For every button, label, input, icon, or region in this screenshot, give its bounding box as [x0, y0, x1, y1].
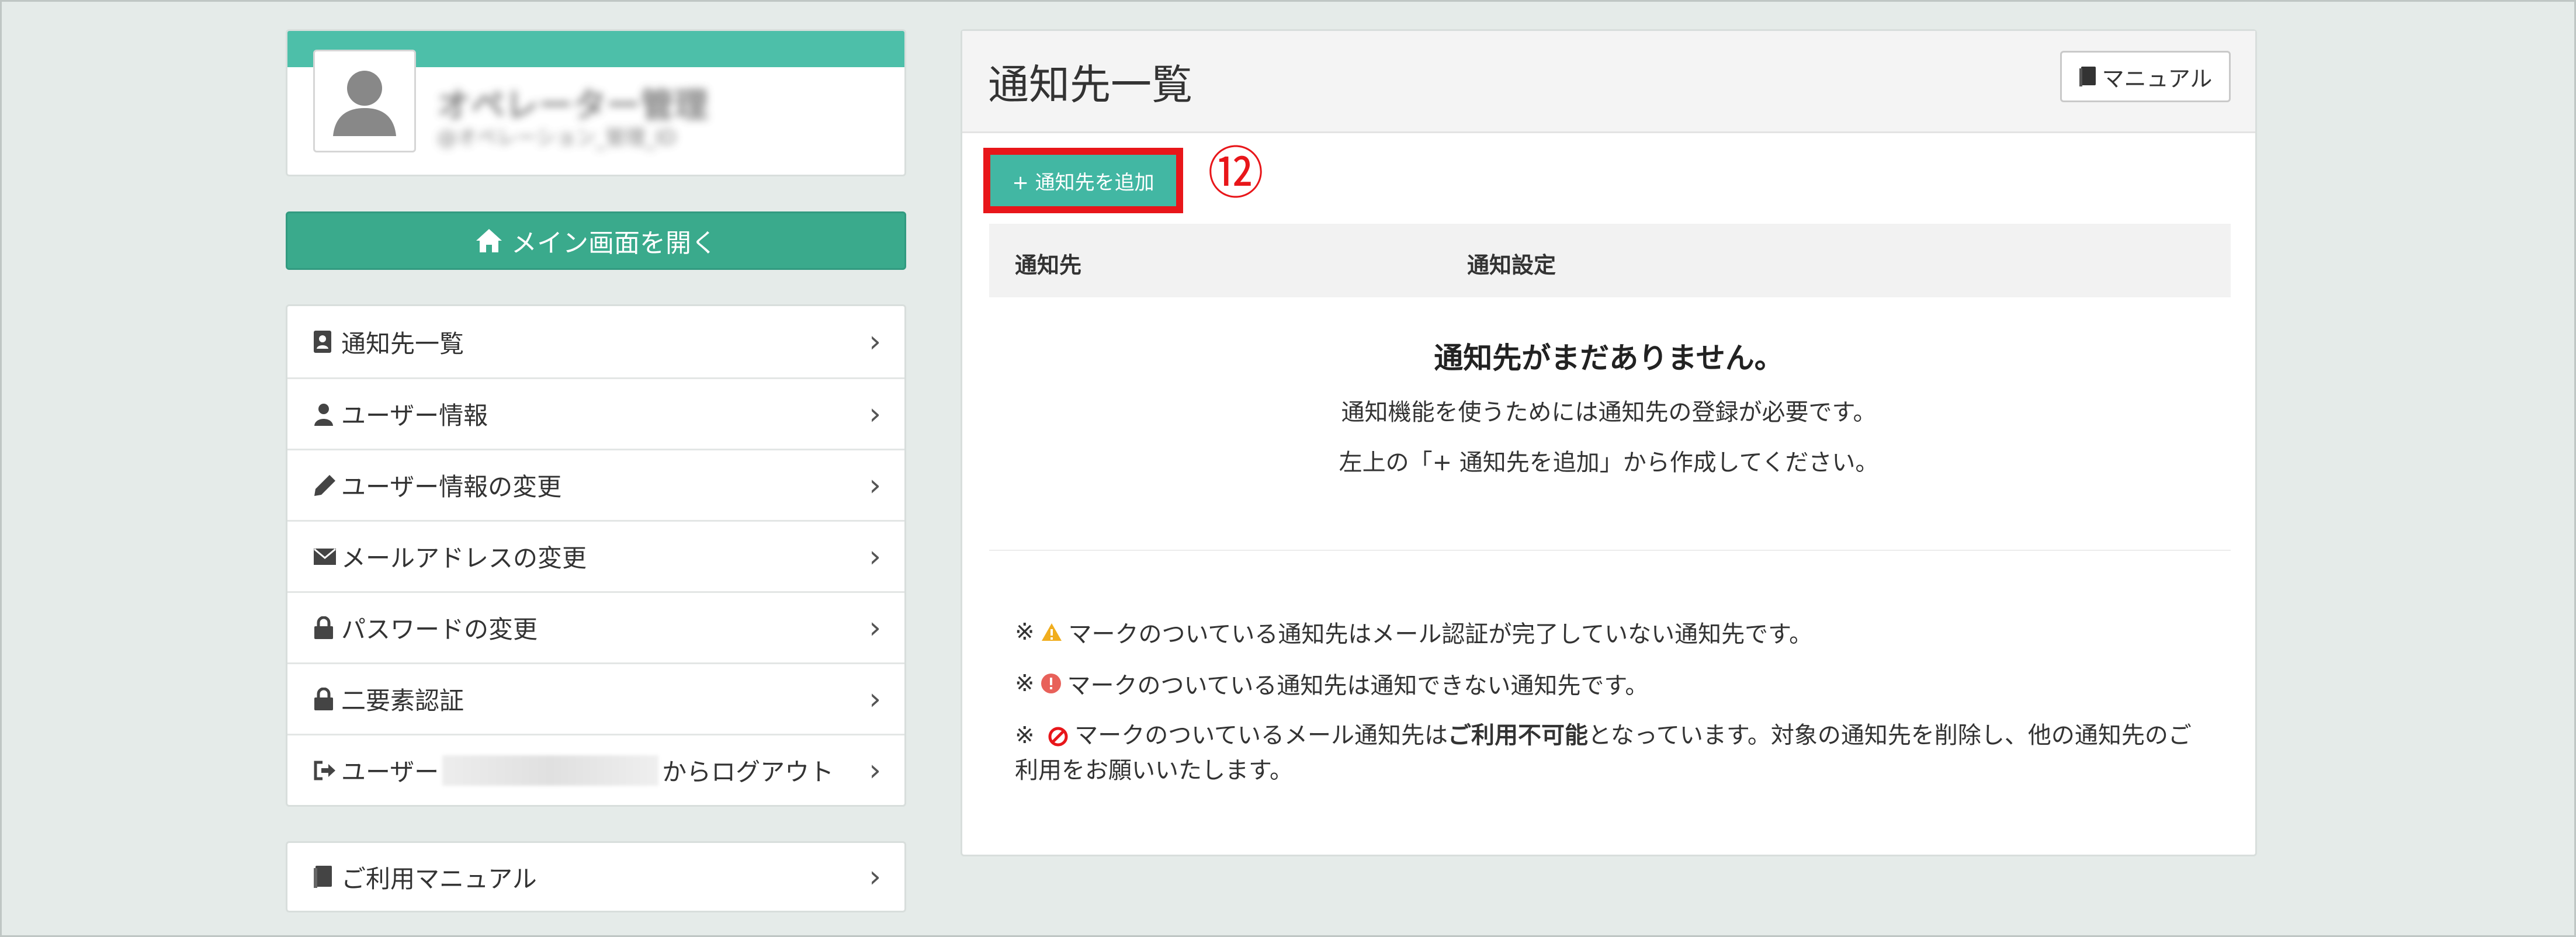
panel-header: 通知先一覧 マニュアル — [962, 31, 2255, 133]
pencil-icon — [313, 474, 341, 497]
sidebar-item-label: ユーザー情報の変更 — [341, 473, 562, 501]
manual-button-label: マニュアル — [2102, 65, 2213, 92]
blurred-username — [442, 755, 659, 786]
error-icon — [1041, 673, 1062, 694]
lock-icon — [313, 616, 341, 640]
sidebar-item-label: ユーザー からログアウト — [341, 752, 869, 788]
column-header-settings: 通知設定 — [1467, 252, 1556, 278]
empty-state-title: 通知先がまだありません。 — [1434, 341, 1784, 375]
sidebar-item-label: メールアドレスの変更 — [341, 544, 587, 572]
sidebar-item-label: 二要素認証 — [341, 686, 464, 715]
note-prefix: ※ — [1015, 670, 1035, 697]
manual-button[interactable]: マニュアル — [2060, 51, 2231, 102]
note-prefix: ※ — [1015, 722, 1035, 749]
logout-label-prefix: ユーザー — [341, 758, 439, 786]
chevron-right-icon: › — [869, 396, 881, 432]
logout-icon — [313, 760, 341, 781]
chevron-right-icon: › — [869, 324, 881, 359]
open-main-screen-button[interactable]: メイン画面を開く — [286, 211, 906, 270]
note-undeliverable: ※ マークのついている通知先は通知できない通知先です。 — [1015, 667, 1648, 700]
chevron-right-icon: › — [869, 681, 881, 717]
empty-state-text: 左上の「+ 通知先を追加」から作成してください。 — [1339, 449, 1879, 476]
sidebar-item-label: パスワードの変更 — [341, 615, 538, 644]
highlight-box: + 通知先を追加 — [983, 148, 1183, 213]
chevron-right-icon: › — [869, 752, 881, 788]
user-icon — [313, 402, 341, 426]
callout-number: ⑫ — [1208, 141, 1264, 206]
note-text: マークのついている通知先はメール認証が完了していない通知先です。 — [1068, 621, 1813, 648]
sidebar-item-user-info[interactable]: ユーザー情報 › — [287, 377, 904, 449]
page-title: 通知先一覧 — [988, 61, 1192, 109]
avatar — [313, 50, 416, 152]
note-unverified: ※ マークのついている通知先はメール認証が完了していない通知先です。 — [1015, 615, 1812, 649]
divider — [989, 550, 2231, 551]
sidebar-item-label: ユーザー情報 — [341, 401, 488, 430]
empty-state-text: 通知機能を使うためには通知先の登録が必要です。 — [1341, 399, 1877, 426]
note-text: マークのついている通知先は通知できない通知先です。 — [1067, 672, 1649, 699]
note-text: マークのついているメール通知先は — [1074, 722, 1448, 749]
sidebar-item-notification-list[interactable]: 通知先一覧 › — [287, 306, 904, 377]
user-silhouette-icon — [333, 71, 396, 136]
column-header-destination: 通知先 — [1015, 252, 1082, 278]
sidebar-item-change-password[interactable]: パスワードの変更 › — [287, 591, 904, 662]
sidebar-item-user-manual[interactable]: ご利用マニュアル › — [287, 843, 904, 911]
book-icon — [313, 865, 341, 889]
home-icon — [476, 229, 502, 252]
profile-name: オペレーター管理 — [437, 85, 709, 125]
chevron-right-icon: › — [869, 467, 881, 503]
envelope-icon — [313, 548, 341, 565]
logout-label-suffix: からログアウト — [662, 758, 834, 786]
lock-icon — [313, 687, 341, 711]
note-unavailable: ※ マークのついているメール通知先はご利用不可能となっています。対象の通知先を削… — [1015, 718, 2201, 788]
profile-card: オペレーター管理 @オペレーション_管理_ID — [286, 29, 906, 176]
note-emphasis: ご利用不可能 — [1448, 722, 1589, 749]
sidebar-menu: 通知先一覧 › ユーザー情報 › ユーザー情報の変更 › メールアドレスの変更 … — [286, 304, 906, 807]
chevron-right-icon: › — [869, 859, 881, 894]
chevron-right-icon: › — [869, 610, 881, 646]
contact-card-icon — [313, 330, 341, 353]
book-icon — [2079, 67, 2096, 86]
open-main-screen-label: メイン画面を開く — [511, 228, 717, 258]
sidebar-item-edit-user-info[interactable]: ユーザー情報の変更 › — [287, 449, 904, 520]
sidebar-item-label: 通知先一覧 — [341, 329, 464, 358]
sidebar-item-change-email[interactable]: メールアドレスの変更 › — [287, 520, 904, 591]
warning-icon — [1041, 622, 1063, 642]
sidebar-item-two-factor-auth[interactable]: 二要素認証 › — [287, 662, 904, 734]
sidebar-manual-box: ご利用マニュアル › — [286, 841, 906, 912]
sidebar-item-label: ご利用マニュアル — [341, 864, 537, 893]
table-header: 通知先 通知設定 — [989, 224, 2231, 297]
profile-id: @オペレーション_管理_ID — [437, 126, 677, 150]
note-prefix: ※ — [1015, 619, 1035, 646]
notification-list-panel: 通知先一覧 マニュアル + 通知先を追加 ⑫ 通知先 通知設定 通知先がまだあり… — [961, 29, 2257, 856]
chevron-right-icon: › — [869, 539, 881, 574]
add-notification-button[interactable]: + 通知先を追加 — [990, 155, 1176, 206]
sidebar-item-logout[interactable]: ユーザー からログアウト › — [287, 734, 904, 805]
prohibited-icon — [1048, 726, 1069, 747]
